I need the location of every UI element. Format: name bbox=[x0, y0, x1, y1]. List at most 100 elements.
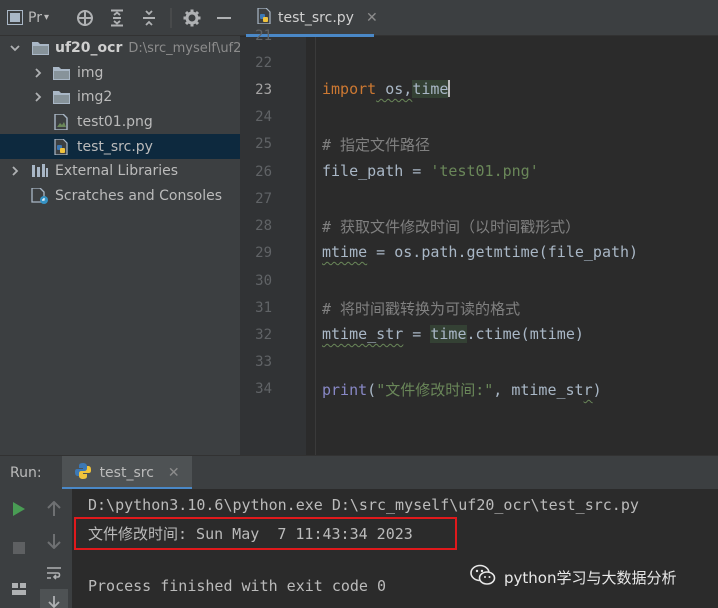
gear-icon bbox=[183, 9, 201, 26]
console-line: D:\python3.10.6\python.exe D:\src_myself… bbox=[88, 496, 639, 514]
code-token: mtime_str bbox=[322, 325, 404, 343]
wechat-icon bbox=[470, 564, 496, 590]
highlight-annotation-box bbox=[74, 517, 457, 550]
close-tab-icon[interactable]: ✕ bbox=[366, 10, 378, 26]
editor-tab-label: test_src.py bbox=[278, 10, 354, 26]
code-token: file_path bbox=[322, 162, 404, 180]
fold-guide bbox=[315, 37, 316, 455]
collapse-all-button[interactable] bbox=[133, 0, 165, 36]
tree-item-img[interactable]: img bbox=[0, 61, 240, 86]
code-token: mtime bbox=[322, 243, 368, 261]
project-name: uf20_ocr bbox=[55, 40, 123, 57]
folder-icon bbox=[31, 40, 49, 56]
code-token: os, bbox=[376, 80, 413, 98]
project-toolbar: Pr ▾ bbox=[0, 0, 240, 36]
tree-item-test-src-py[interactable]: test_src.py bbox=[0, 134, 240, 159]
scroll-to-end-button[interactable] bbox=[40, 589, 68, 608]
crosshair-icon bbox=[77, 9, 94, 26]
stop-icon bbox=[13, 542, 25, 554]
console-line: Process finished with exit code 0 bbox=[88, 577, 387, 595]
run-toolwindow-header: Run: test_src ✕ bbox=[0, 455, 718, 490]
project-view-title: Pr bbox=[28, 9, 42, 26]
tree-item-img2[interactable]: img2 bbox=[0, 85, 240, 110]
code-comment: # 获取文件修改时间（以时间戳形式） bbox=[322, 218, 581, 236]
stop-button[interactable] bbox=[5, 534, 33, 562]
code-token: = bbox=[403, 325, 431, 343]
toolbar-separator bbox=[165, 0, 177, 36]
line-number: 22 bbox=[255, 55, 272, 71]
chevron-right-icon[interactable] bbox=[8, 164, 22, 178]
editor-tabs-bar: test_src.py ✕ bbox=[240, 0, 718, 37]
code-token: ( bbox=[367, 381, 377, 399]
code-string: "文件修改时间:" bbox=[376, 381, 494, 399]
close-tab-icon[interactable]: ✕ bbox=[168, 465, 180, 481]
settings-button[interactable] bbox=[177, 0, 209, 36]
chevron-right-icon[interactable] bbox=[31, 90, 45, 104]
scratches-icon bbox=[31, 187, 49, 204]
hide-panel-button[interactable] bbox=[208, 0, 240, 36]
line-number: 29 bbox=[255, 245, 272, 261]
code-comment: # 将时间戳转换为可读的格式 bbox=[322, 300, 521, 318]
expand-all-icon bbox=[111, 9, 124, 26]
run-tab-test-src[interactable]: test_src ✕ bbox=[61, 455, 192, 490]
code-token: , mtime_st bbox=[493, 381, 584, 399]
watermark-text: python学习与大数据分析 bbox=[504, 568, 677, 587]
run-tab-label: test_src bbox=[99, 464, 154, 481]
code-string: 'test01.png' bbox=[430, 162, 539, 180]
expand-all-button[interactable] bbox=[101, 0, 133, 36]
code-token: time bbox=[430, 325, 467, 343]
arrow-down-icon bbox=[47, 534, 61, 549]
tree-item-label: img2 bbox=[77, 89, 113, 106]
project-tree: uf20_ocr D:\src_myself\uf20 img img2 tes… bbox=[0, 36, 240, 208]
chevron-down-icon[interactable] bbox=[8, 41, 22, 55]
layout-icon bbox=[12, 583, 26, 595]
code-line-29: mtime = os.path.getmtime(file_path) bbox=[322, 243, 638, 261]
line-number: 25 bbox=[255, 136, 272, 152]
project-path: D:\src_myself\uf20 bbox=[128, 41, 240, 57]
arrow-up-icon bbox=[47, 501, 61, 516]
rerun-button[interactable] bbox=[5, 495, 33, 523]
code-token: = bbox=[403, 162, 431, 180]
code-builtin: print bbox=[322, 381, 368, 399]
text-cursor bbox=[448, 80, 451, 97]
line-number: 24 bbox=[255, 109, 272, 125]
code-token: time bbox=[412, 80, 449, 98]
code-line-34: print("文件修改时间:", mtime_str) bbox=[322, 379, 602, 400]
run-toolbar bbox=[0, 489, 72, 608]
layout-button[interactable] bbox=[5, 575, 33, 603]
play-icon bbox=[13, 502, 25, 516]
line-number: 33 bbox=[255, 354, 272, 370]
code-token: = os.path.getmtime(file_path) bbox=[367, 243, 639, 261]
scroll-down-button[interactable] bbox=[40, 527, 68, 555]
tree-item-label: test_src.py bbox=[77, 138, 153, 155]
tree-item-label: test01.png bbox=[77, 114, 153, 131]
python-file-icon bbox=[256, 7, 272, 28]
run-label: Run: bbox=[10, 464, 42, 481]
soft-wrap-button[interactable] bbox=[40, 559, 68, 587]
python-file-icon bbox=[52, 138, 70, 155]
wechat-watermark: python学习与大数据分析 bbox=[470, 564, 676, 590]
chevron-right-icon[interactable] bbox=[31, 66, 45, 80]
image-file-icon bbox=[52, 114, 70, 131]
folder-icon bbox=[52, 89, 70, 105]
project-view-selector[interactable]: Pr ▾ bbox=[7, 9, 69, 26]
code-token: ) bbox=[592, 381, 602, 399]
scroll-up-button[interactable] bbox=[40, 495, 68, 523]
keyword-import: import bbox=[322, 80, 377, 98]
line-number: 31 bbox=[255, 300, 272, 316]
code-token: .ctime(mtime) bbox=[466, 325, 584, 343]
collapse-all-icon bbox=[142, 9, 155, 26]
tree-item-external-libraries[interactable]: External Libraries bbox=[0, 159, 240, 184]
line-number: 34 bbox=[255, 381, 272, 397]
chevron-down-icon: ▾ bbox=[43, 12, 49, 23]
tree-item-uf20-ocr[interactable]: uf20_ocr D:\src_myself\uf20 bbox=[0, 36, 240, 61]
tree-item-test01-png[interactable]: test01.png bbox=[0, 110, 240, 135]
soft-wrap-icon bbox=[47, 567, 61, 580]
python-logo-icon bbox=[74, 462, 92, 484]
line-number: 28 bbox=[255, 218, 272, 234]
code-token: r bbox=[583, 381, 593, 399]
tree-item-scratches[interactable]: Scratches and Consoles bbox=[0, 184, 240, 209]
line-number: 30 bbox=[255, 273, 272, 289]
select-opened-file-button[interactable] bbox=[69, 0, 101, 36]
code-line-26: file_path = 'test01.png' bbox=[322, 162, 539, 180]
